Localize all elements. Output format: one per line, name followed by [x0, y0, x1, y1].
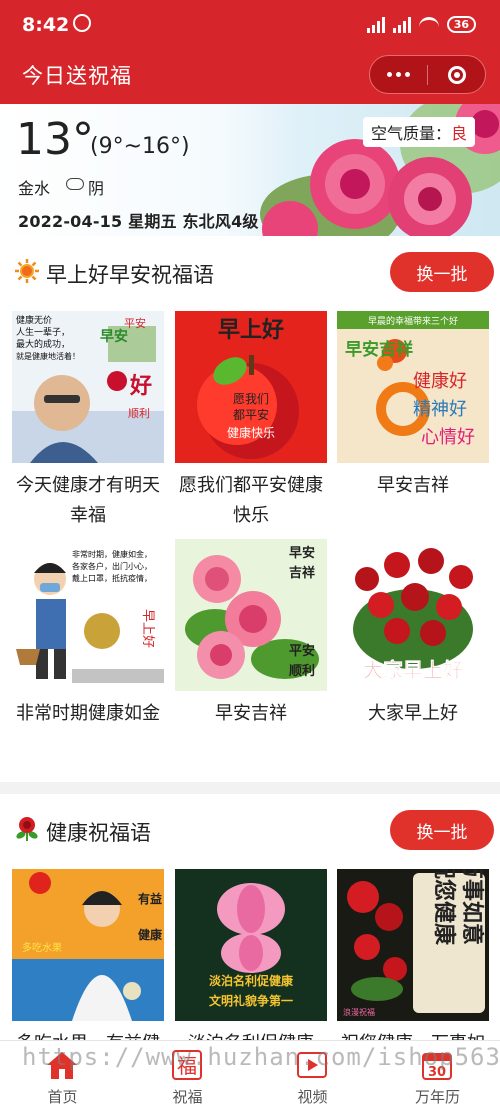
art-text: 早安吉祥	[345, 339, 413, 360]
status-right: 36	[366, 15, 476, 33]
art-text: 早上好	[140, 609, 155, 648]
art-text: 万事如意	[459, 869, 485, 945]
tab-label: 视频	[297, 1088, 328, 1106]
art-text: 淡泊名利促健康	[209, 973, 294, 988]
refresh-batch-button[interactable]: 换一批	[390, 252, 494, 292]
art-text: 精神好	[413, 399, 467, 420]
greeting-caption: 今天健康才有明天幸福	[16, 475, 160, 526]
air-quality-value: 良	[451, 124, 468, 143]
art-text: 大家早上好	[363, 658, 463, 682]
art-text: 愿我们	[233, 391, 269, 406]
signal-icon	[366, 15, 385, 33]
section-morning-header: 早上好早安祝福语 换一批	[0, 242, 500, 302]
target-icon	[447, 65, 466, 84]
miniprogram-capsule	[369, 55, 486, 94]
status-bar: 8:42 36	[0, 0, 500, 52]
greeting-card[interactable]: 健康无价 人生一辈子， 最大的成功， 就是健康地活着！ 早安 平安 顺利 好 今…	[12, 311, 164, 531]
art-text: 健康无价	[16, 314, 52, 326]
section-divider	[0, 782, 500, 794]
greeting-card[interactable]: 早晨的幸福带来三个好 早安吉祥 健康好 精神好 心情好 早安吉祥	[337, 311, 489, 501]
art-text: 吉祥	[289, 565, 315, 581]
top-bar: 8:42 36 今日送祝福	[0, 0, 500, 104]
art-text: 都平安	[233, 407, 269, 422]
greeting-caption: 愿我们都平安健康快乐	[179, 475, 323, 526]
temperature-range: (9°~16°)	[90, 134, 190, 159]
greeting-image: 健康无价 人生一辈子， 最大的成功， 就是健康地活着！ 早安 平安 顺利 好	[12, 311, 164, 463]
more-menu-button[interactable]	[370, 56, 427, 93]
rose-icon	[16, 817, 38, 841]
wifi-icon	[418, 17, 439, 31]
art-text: 祝您健康	[431, 869, 457, 946]
tab-label: 祝福	[172, 1088, 203, 1106]
greeting-image: 早上好 愿我们 都平安 健康快乐	[175, 311, 327, 463]
art-text: 文明礼貌争第一	[209, 993, 293, 1008]
section-health-header: 健康祝福语 换一批	[0, 800, 500, 860]
art-text: 非常时期，健康如金，	[72, 549, 152, 559]
tab-label: 万年历	[414, 1088, 460, 1106]
art-text: 早晨的幸福带来三个好	[368, 315, 458, 327]
art-text: 平安	[289, 643, 315, 659]
greeting-card[interactable]: 淡泊名利促健康 文明礼貌争第一 淡泊名利促健康	[175, 869, 327, 1059]
greeting-image: 早晨的幸福带来三个好 早安吉祥 健康好 精神好 心情好	[337, 311, 489, 463]
greeting-card[interactable]: 大家早上好 大家早上好	[337, 539, 489, 729]
status-time: 8:42	[22, 14, 70, 36]
sun-icon	[15, 259, 39, 283]
greeting-caption: 早安吉祥	[377, 475, 449, 496]
signal-icon-2	[392, 15, 411, 33]
art-text: 好	[129, 373, 152, 399]
refresh-batch-button[interactable]: 换一批	[390, 810, 494, 850]
greeting-caption: 非常时期健康如金	[16, 703, 160, 724]
art-text: 顺利	[289, 663, 315, 679]
date-line: 2022-04-15 星期五 东北风4级	[18, 212, 259, 231]
current-temperature: 13°	[16, 114, 94, 165]
greeting-image: 早安 吉祥 平安 顺利	[175, 539, 327, 691]
art-text: 人生一辈子，	[16, 326, 70, 338]
greeting-image: 有益 健康 多吃水果	[12, 869, 164, 1021]
greeting-image: 祝您健康 万事如意 浪漫祝福	[337, 869, 489, 1021]
greeting-image: 大家早上好	[337, 539, 489, 691]
weather-card[interactable]: 13° (9°~16°) 金水 阴 2022-04-15 星期五 东北风4级 空…	[0, 104, 500, 236]
art-text: 各家各户，出门小心，	[72, 561, 152, 571]
art-text: 健康好	[413, 371, 467, 392]
app-screen: 8:42 36 今日送祝福 13° (9°~16°) 金水 阴 2022-04-…	[0, 0, 500, 1111]
art-text: 多吃水果	[22, 941, 62, 954]
location-label: 金水	[18, 179, 51, 198]
art-text: 浪漫祝福	[343, 1007, 375, 1017]
art-text: 早安	[100, 328, 128, 345]
section-title: 早上好早安祝福语	[46, 263, 214, 287]
art-text: 心情好	[421, 427, 475, 448]
art-text: 戴上口罩，抵抗疫情，	[72, 573, 152, 583]
art-text: 早安	[289, 545, 315, 561]
art-text: 健康	[138, 927, 163, 942]
page-title: 今日送祝福	[22, 64, 132, 88]
tab-label: 首页	[47, 1088, 78, 1106]
greeting-card[interactable]: 早上好 愿我们 都平安 健康快乐 愿我们都平安健康快乐	[175, 311, 327, 531]
art-text: 就是健康地活着！	[16, 351, 80, 361]
cloud-icon	[66, 178, 84, 190]
battery-icon: 36	[446, 15, 476, 33]
art-text: 顺利	[128, 407, 150, 420]
art-text: 最大的成功，	[16, 338, 70, 350]
greeting-card[interactable]: 非常时期，健康如金， 各家各户，出门小心， 戴上口罩，抵抗疫情， 早上好 非常时…	[12, 539, 164, 729]
greeting-card[interactable]: 早安 吉祥 平安 顺利 早安吉祥	[175, 539, 327, 729]
greeting-caption: 早安吉祥	[215, 703, 287, 724]
greeting-caption: 大家早上好	[368, 703, 458, 724]
alarm-icon	[73, 14, 91, 32]
art-text: 有益	[138, 891, 162, 906]
art-text: 健康快乐	[227, 425, 275, 440]
weather-condition: 阴	[88, 179, 105, 198]
section-title: 健康祝福语	[46, 821, 151, 845]
art-text: 平安	[124, 316, 146, 330]
close-miniprogram-button[interactable]	[428, 56, 485, 93]
greeting-image: 淡泊名利促健康 文明礼貌争第一	[175, 869, 327, 1021]
greeting-image: 非常时期，健康如金， 各家各户，出门小心， 戴上口罩，抵抗疫情， 早上好	[12, 539, 164, 691]
air-quality-label: 空气质量：	[371, 124, 452, 143]
art-text: 早上好	[218, 317, 284, 343]
watermark-text: https://www.huzhan.com/ishop5634	[22, 1043, 500, 1071]
air-quality-badge: 空气质量： 良	[363, 117, 476, 147]
